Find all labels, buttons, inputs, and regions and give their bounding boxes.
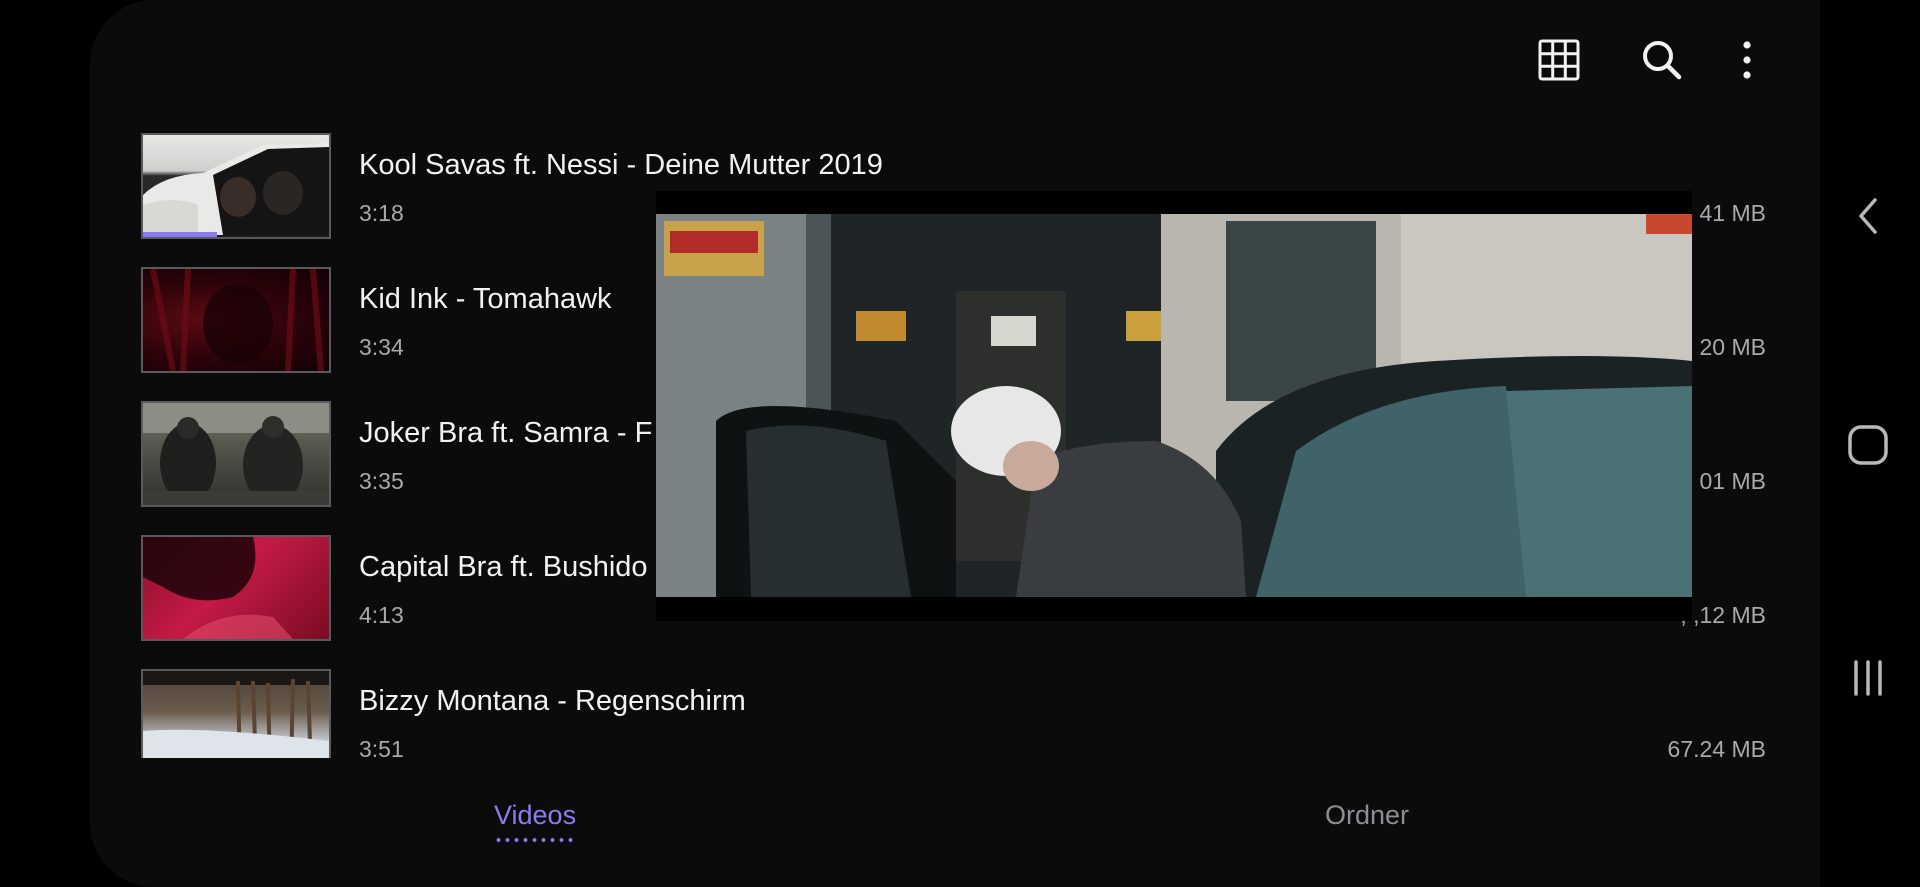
video-size: 01 MB bbox=[1699, 468, 1766, 494]
video-title: Bizzy Montana - Regenschirm bbox=[359, 685, 746, 717]
home-icon[interactable] bbox=[1843, 420, 1893, 470]
search-icon[interactable] bbox=[1638, 36, 1686, 84]
video-duration: 3:35 bbox=[359, 468, 404, 494]
video-size: 41 MB bbox=[1699, 200, 1766, 226]
video-duration: 4:13 bbox=[359, 602, 404, 628]
list-item[interactable]: Bizzy Montana - Regenschirm 3:51 67.24 M… bbox=[141, 669, 1766, 758]
video-title: Kool Savas ft. Nessi - Deine Mutter 2019 bbox=[359, 149, 883, 181]
video-title: Kid Ink - Tomahawk bbox=[359, 283, 612, 315]
video-frame bbox=[656, 191, 1692, 621]
tab-videos-label: Videos bbox=[494, 800, 577, 830]
video-thumbnail bbox=[141, 267, 331, 373]
recents-icon[interactable] bbox=[1843, 653, 1893, 703]
video-thumbnail bbox=[141, 133, 331, 239]
video-thumbnail bbox=[141, 669, 331, 758]
grid-icon[interactable] bbox=[1535, 36, 1583, 84]
tab-videos[interactable]: Videos bbox=[494, 800, 577, 842]
more-vertical-icon[interactable] bbox=[1723, 36, 1771, 84]
video-thumbnail bbox=[141, 401, 331, 507]
video-size: 67.24 MB bbox=[1667, 736, 1766, 758]
active-tab-indicator bbox=[494, 838, 577, 842]
back-icon[interactable] bbox=[1843, 191, 1893, 241]
video-size: , ,12 MB bbox=[1680, 602, 1766, 628]
video-size: 20 MB bbox=[1699, 334, 1766, 360]
video-title: Joker Bra ft. Samra - F bbox=[359, 417, 653, 449]
video-duration: 3:51 bbox=[359, 736, 404, 758]
video-title: Capital Bra ft. Bushido bbox=[359, 551, 648, 583]
screen: Kool Savas ft. Nessi - Deine Mutter 2019… bbox=[0, 0, 1920, 887]
tab-folders-label: Ordner bbox=[1325, 800, 1410, 830]
watch-progress-bar bbox=[143, 232, 218, 237]
video-duration: 3:18 bbox=[359, 200, 404, 226]
video-duration: 3:34 bbox=[359, 334, 404, 360]
video-thumbnail bbox=[141, 535, 331, 641]
popup-video-player[interactable] bbox=[656, 191, 1692, 621]
tab-folders[interactable]: Ordner bbox=[1325, 800, 1409, 831]
